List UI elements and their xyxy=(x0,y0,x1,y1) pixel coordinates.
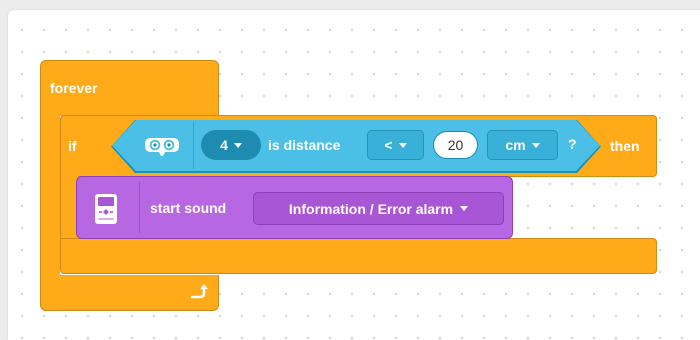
ultrasonic-sensor-icon xyxy=(145,138,179,156)
unit-value: cm xyxy=(505,137,526,153)
chevron-down-icon xyxy=(531,142,540,148)
if-label: if xyxy=(68,138,77,154)
unit-dropdown[interactable]: cm xyxy=(487,130,558,160)
is-distance-label: is distance xyxy=(268,137,341,153)
operator-dropdown[interactable]: < xyxy=(367,130,424,160)
then-label: then xyxy=(610,138,640,154)
sound-dropdown[interactable]: Information / Error alarm xyxy=(253,192,504,225)
if-block-bottom[interactable] xyxy=(60,238,657,274)
chevron-down-icon xyxy=(460,206,469,211)
operator-value: < xyxy=(384,137,393,153)
ev3-brick-icon xyxy=(95,194,117,224)
start-sound-label: start sound xyxy=(150,200,227,216)
sound-value: Information / Error alarm xyxy=(288,200,454,217)
forever-label: forever xyxy=(50,80,98,96)
distance-value-input[interactable]: 20 xyxy=(433,131,478,159)
port-value: 4 xyxy=(220,137,228,153)
port-dropdown[interactable]: 4 xyxy=(201,130,261,160)
sound-block-divider xyxy=(139,182,140,233)
condition-divider xyxy=(193,122,194,169)
chevron-down-icon xyxy=(398,142,407,148)
chevron-down-icon xyxy=(233,142,242,148)
question-mark-label: ? xyxy=(568,136,577,152)
loop-arrow-icon xyxy=(190,284,208,299)
forever-block-arm[interactable] xyxy=(40,112,60,277)
